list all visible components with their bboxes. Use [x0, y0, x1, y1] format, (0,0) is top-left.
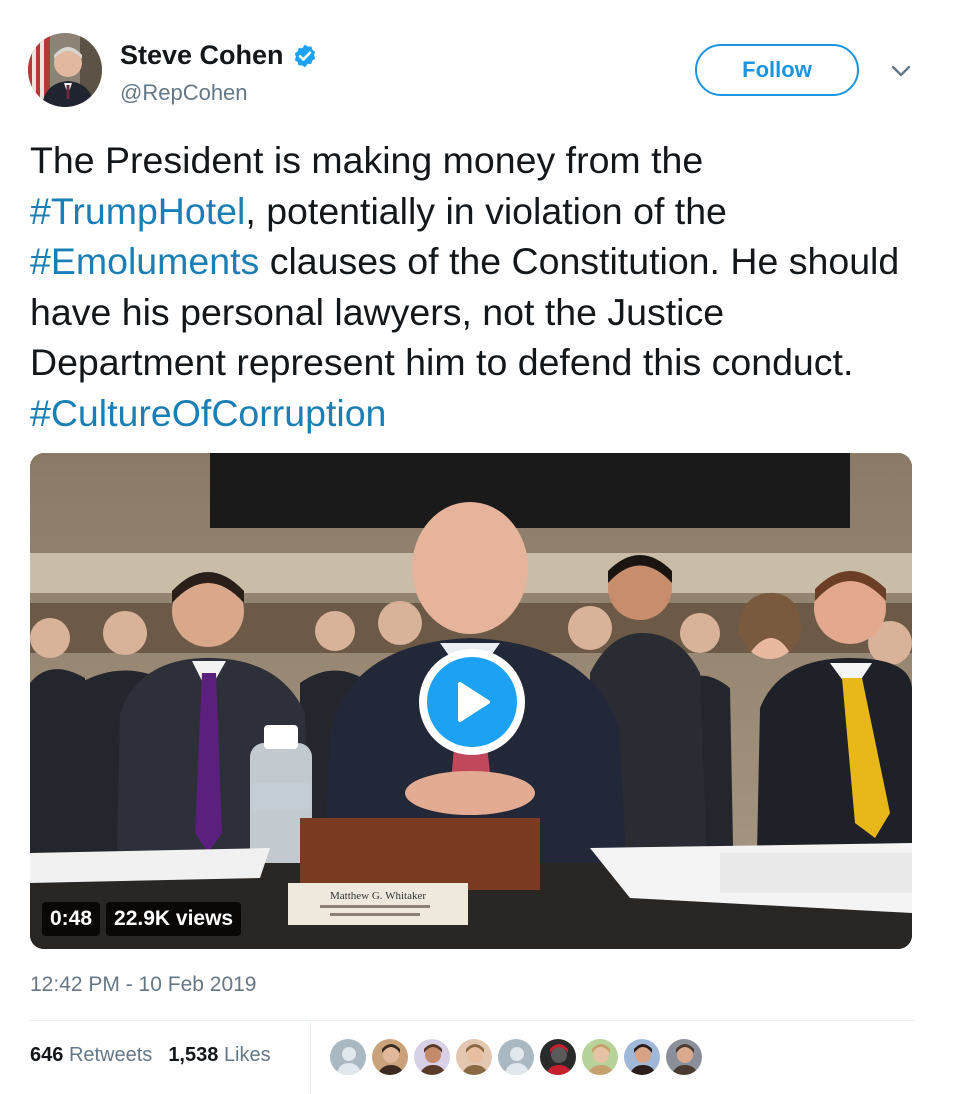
user-photo-icon: [414, 1039, 450, 1075]
likes-count: 1,538: [168, 1044, 219, 1066]
author-avatar[interactable]: [28, 33, 102, 107]
liker-avatar[interactable]: [497, 1038, 535, 1076]
video-duration: 0:48: [42, 902, 101, 936]
liker-avatars: [329, 1038, 703, 1076]
user-photo-icon: [540, 1039, 576, 1075]
likes-label: Likes: [223, 1044, 271, 1066]
play-button[interactable]: [419, 649, 525, 755]
liker-avatar[interactable]: [623, 1038, 661, 1076]
tweet-text-segment: , potentially in violation of the: [245, 189, 727, 232]
hashtag-link[interactable]: #CultureOfCorruption: [30, 392, 386, 434]
author-name-row: Steve Cohen: [120, 40, 318, 71]
likes-stat[interactable]: 1,538 Likes: [168, 1044, 270, 1067]
liker-avatar[interactable]: [665, 1038, 703, 1076]
video-player[interactable]: Matthew G. Whitaker 0:48 22.9K views: [30, 453, 912, 949]
video-badges: 0:48 22.9K views: [42, 902, 242, 936]
default-avatar-icon: [330, 1039, 366, 1075]
tweet-text-segment: The President is making money from the: [30, 139, 704, 181]
avatar-photo: [28, 33, 102, 107]
chevron-down-icon[interactable]: [888, 62, 914, 80]
hashtag-link[interactable]: #TrumpHotel: [30, 190, 245, 232]
user-photo-icon: [666, 1039, 702, 1075]
liker-avatar[interactable]: [329, 1038, 367, 1076]
liker-avatar[interactable]: [581, 1038, 619, 1076]
liker-avatar[interactable]: [371, 1038, 409, 1076]
retweets-count: 646: [30, 1044, 64, 1066]
play-icon: [458, 682, 490, 722]
retweets-stat[interactable]: 646 Retweets: [30, 1044, 152, 1067]
author-display-name[interactable]: Steve Cohen: [120, 40, 284, 71]
liker-avatar[interactable]: [455, 1038, 493, 1076]
nameplate-text: Matthew G. Whitaker: [330, 890, 426, 902]
retweets-label: Retweets: [68, 1044, 153, 1066]
hashtag-link[interactable]: #Emoluments: [30, 240, 259, 282]
follow-button[interactable]: Follow: [695, 44, 859, 96]
tweet-text: The President is making money from the #…: [30, 135, 930, 438]
play-button-circle: [427, 657, 517, 747]
tweet-stats: 646 Retweets 1,538 Likes: [30, 1044, 271, 1067]
user-photo-icon: [582, 1039, 618, 1075]
tweet-timestamp[interactable]: 12:42 PM - 10 Feb 2019: [30, 973, 256, 997]
divider: [30, 1020, 914, 1021]
stats-separator: [310, 1020, 311, 1094]
video-views: 22.9K views: [106, 902, 242, 936]
user-photo-icon: [372, 1039, 408, 1075]
user-photo-icon: [624, 1039, 660, 1075]
user-photo-icon: [456, 1039, 492, 1075]
default-avatar-icon: [498, 1039, 534, 1075]
liker-avatar[interactable]: [539, 1038, 577, 1076]
verified-badge-icon: [294, 44, 315, 67]
author-handle[interactable]: @RepCohen: [120, 80, 248, 106]
liker-avatar[interactable]: [413, 1038, 451, 1076]
